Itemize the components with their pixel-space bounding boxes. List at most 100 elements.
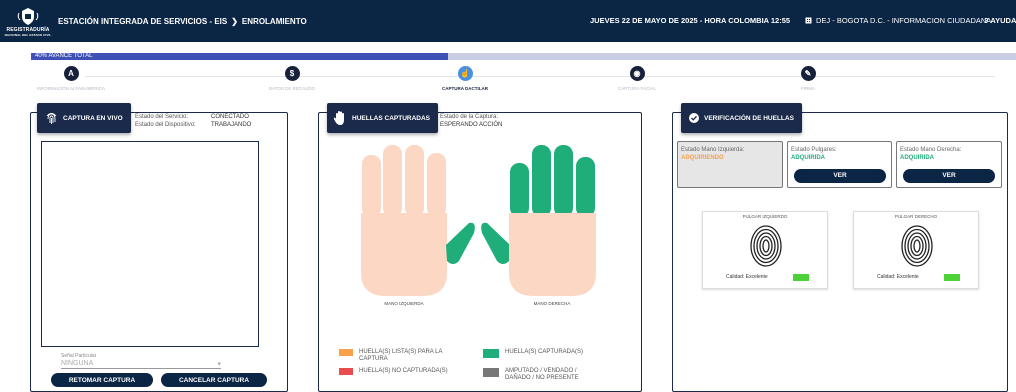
- right-finger-pinky: [576, 157, 595, 217]
- coat-of-arms-icon: [17, 8, 39, 25]
- view-thumbs-button[interactable]: VER: [794, 169, 886, 183]
- left-thumb-card: PULGAR IZQUIERDO Calidad: Excelente: [702, 211, 828, 289]
- left-hand-label: MANO IZQUIERDA: [384, 301, 424, 306]
- left-thumb-quality: Calidad: Excelente: [726, 274, 768, 280]
- left-hand: [361, 145, 475, 296]
- live-capture-title: CAPTURA EN VIVO: [63, 114, 123, 122]
- help-icon: ?: [984, 16, 989, 25]
- breadcrumb: ESTACIÓN INTEGRADA DE SERVICIOS - EIS ❯ …: [58, 17, 307, 26]
- senal-particular-field[interactable]: Señal Particular NINGUNA ▾: [61, 353, 221, 369]
- live-capture-header: CAPTURA EN VIVO: [37, 103, 131, 133]
- app-title: ESTACIÓN INTEGRADA DE SERVICIOS - EIS: [58, 16, 228, 26]
- step-firma[interactable]: ✎ FIRMA: [753, 66, 863, 91]
- legend-ready: HUELLA(S) LISTA(S) PARA LA CAPTURA: [339, 349, 469, 363]
- right-hand: [481, 145, 596, 296]
- progress-fill: 40% AVANCE TOTAL: [31, 53, 448, 60]
- help-button[interactable]: ? AYUDA: [984, 16, 1016, 25]
- right-thumb: [481, 222, 510, 264]
- live-capture-panel: CAPTURA EN VIVO Estado del Servicio: Est…: [30, 103, 288, 392]
- device-status-label: Estado del Dispositivo:: [135, 122, 196, 128]
- legend-amputated: AMPUTADO / VENDADO / DAÑADO / NO PRESENT…: [483, 368, 603, 382]
- legend-swatch-captured: [483, 349, 499, 358]
- left-finger-middle: [405, 145, 424, 217]
- retake-capture-button[interactable]: RETOMAR CAPTURA: [51, 373, 153, 387]
- thumbs-status-label: Estado Pulgares:: [791, 147, 837, 153]
- top-bar: REGISTRADURÍA NACIONAL DEL ESTADO CIVIL …: [0, 0, 1016, 42]
- verification-header: VERIFICACIÓN DE HUELLAS: [681, 103, 802, 133]
- verification-panel: VERIFICACIÓN DE HUELLAS Estado Mano Izqu…: [672, 103, 1008, 392]
- live-video-viewport: [41, 141, 259, 347]
- legend-swatch-amputated: [483, 368, 499, 377]
- help-label: AYUDA: [990, 16, 1016, 25]
- legend-text-ready: HUELLA(S) LISTA(S) PARA LA CAPTURA: [359, 349, 443, 362]
- step-label: INFORMACIÓN ALFANUMÉRICA: [36, 86, 105, 91]
- left-finger-index: [427, 153, 446, 217]
- left-finger-ring: [383, 145, 402, 217]
- registraduria-logo: REGISTRADURÍA NACIONAL DEL ESTADO CIVIL: [0, 0, 56, 42]
- datetime-display: JUEVES 22 DE MAYO DE 2025 - HORA COLOMBI…: [590, 16, 791, 25]
- right-finger-middle: [532, 145, 551, 217]
- finger-icon: ☝: [457, 66, 473, 81]
- quality-indicator: [944, 274, 960, 281]
- fingerprint-image: [901, 225, 933, 267]
- legend-swatch-not-captured: [339, 368, 353, 375]
- device-status-value: TRABAJANDO: [211, 122, 252, 128]
- right-thumb-card: PULGAR DERECHO Calidad: Excelente: [853, 211, 979, 289]
- logo-subtext: NACIONAL DEL ESTADO CIVIL: [4, 33, 52, 37]
- step-label: DATOS DE RECAUDO: [268, 86, 316, 91]
- fingerprint-icon: [46, 113, 57, 124]
- section-title: ENROLAMIENTO: [241, 16, 307, 26]
- senal-value: NINGUNA: [61, 360, 94, 367]
- left-palm: [361, 213, 447, 296]
- senal-select[interactable]: NINGUNA ▾: [61, 359, 221, 369]
- step-label: CAPTURA FACIAL: [617, 86, 656, 91]
- step-captura-dactilar[interactable]: ☝ CAPTURA DACTILAR: [410, 66, 520, 91]
- step-label: CAPTURA DACTILAR: [441, 86, 489, 91]
- quality-indicator: [793, 274, 809, 281]
- right-hand-label: MANO DERECHA: [533, 301, 571, 306]
- service-status-value: CONECTADO: [211, 114, 249, 120]
- right-thumb-title: PULGAR DERECHO: [894, 214, 938, 219]
- right-finger-ring: [554, 145, 573, 217]
- right-thumb-quality: Calidad: Excelente: [877, 274, 919, 280]
- left-finger-pinky: [362, 155, 381, 217]
- right-finger-index: [510, 163, 529, 217]
- check-circle-icon: [689, 113, 699, 123]
- building-icon: [805, 17, 812, 24]
- view-right-hand-button[interactable]: VER: [903, 169, 995, 183]
- device-status: CONECTADO TRABAJANDO: [211, 113, 251, 129]
- legend-swatch-ready: [339, 349, 353, 356]
- left-thumb-title: PULGAR IZQUIERDO: [742, 214, 788, 219]
- legend-text-not-captured: HUELLA(S) NO CAPTURADA(S): [359, 368, 448, 374]
- right-hand-status: Estado Mano Derecha: ADQUIRIDA VER: [896, 141, 1002, 188]
- step-captura-facial[interactable]: ◉ CAPTURA FACIAL: [582, 66, 692, 91]
- legend-text-captured: HUELLA(S) CAPTURADA(S): [505, 349, 584, 355]
- camera-icon: ◉: [629, 66, 645, 81]
- office-selector[interactable]: DEJ - BOGOTA D.C. - INFORMACION CIUDADAN…: [805, 16, 991, 25]
- legend-captured: HUELLA(S) CAPTURADA(S): [483, 349, 633, 358]
- verification-title: VERIFICACIÓN DE HUELLAS: [704, 114, 794, 122]
- step-label: FIRMA: [801, 86, 815, 91]
- letter-a-icon: A: [63, 66, 79, 81]
- dollar-icon: $: [284, 66, 300, 81]
- cancel-capture-button[interactable]: CANCELAR CAPTURA: [161, 373, 267, 387]
- left-thumb: [446, 222, 475, 264]
- fingerprint-image: [750, 225, 782, 267]
- step-recaudo[interactable]: $ DATOS DE RECAUDO: [237, 66, 347, 91]
- right-palm: [509, 213, 596, 296]
- legend-text-amputated: AMPUTADO / VENDADO / DAÑADO / NO PRESENT…: [505, 368, 579, 381]
- thumbs-status: Estado Pulgares: ADQUIRIDA VER: [787, 141, 892, 188]
- left-hand-status-label: Estado Mano Izquierda:: [681, 147, 745, 153]
- pen-icon: ✎: [800, 66, 816, 81]
- right-hand-status-label: Estado Mano Derecha:: [900, 147, 962, 153]
- right-hand-status-value: ADQUIRIDA: [900, 155, 934, 161]
- thumbs-status-value: ADQUIRIDA: [791, 155, 825, 161]
- left-hand-status: Estado Mano Izquierda: ADQUIRIENDO: [677, 141, 783, 188]
- chevron-right-icon: ❯: [231, 16, 238, 26]
- service-status: Estado del Servicio: Estado del Disposit…: [135, 113, 196, 129]
- hands-diagram: [361, 145, 596, 296]
- caret-down-icon: ▾: [217, 361, 221, 368]
- step-alphanumeric[interactable]: A INFORMACIÓN ALFANUMÉRICA: [16, 66, 126, 91]
- service-status-label: Estado del Servicio:: [135, 114, 189, 120]
- captured-prints-panel: HUELLAS CAPTURADAS Estado de la Captura:…: [318, 103, 642, 392]
